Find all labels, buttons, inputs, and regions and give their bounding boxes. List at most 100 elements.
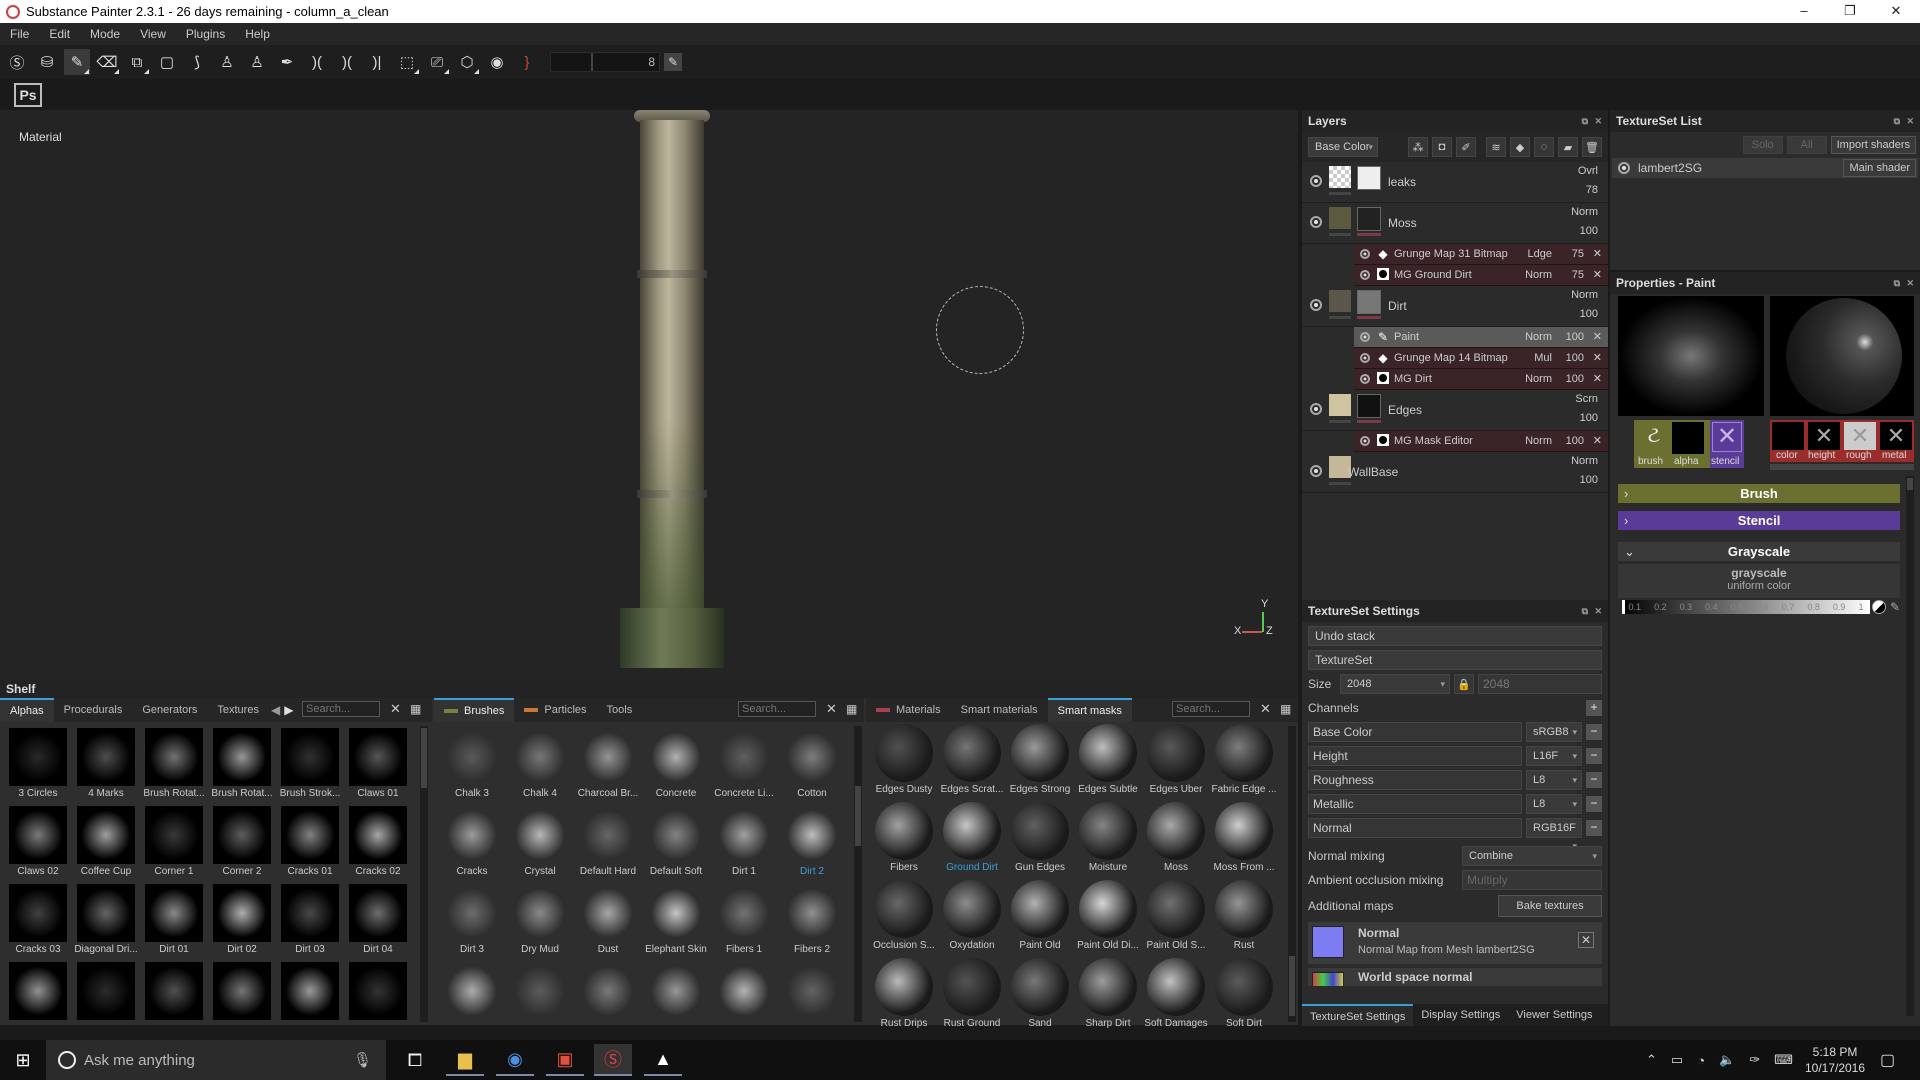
smudge-tool[interactable]: ⟆ [184,49,210,75]
float-panel-icon[interactable]: ⧉ [1582,110,1588,132]
effect-blend-mode[interactable]: Norm [1525,435,1552,447]
tab-scroll-left-icon[interactable]: ◀ [271,703,280,717]
solo-button[interactable]: Solo [1742,136,1783,154]
shelf-item[interactable]: Dirt 1 [710,804,778,882]
shelf-item[interactable] [778,960,846,1038]
grid-view-icon[interactable]: ▦ [410,702,421,716]
layer-opacity[interactable]: 100 [1580,474,1598,486]
symmetry-toggle[interactable]: )( [304,49,330,75]
minimize-button[interactable]: – [1782,0,1826,23]
remove-effect-icon[interactable]: ✕ [1593,351,1602,364]
visibility-toggle-icon[interactable] [1310,216,1322,228]
shelf-item[interactable]: Fibers 2 [778,882,846,960]
visibility-toggle-icon[interactable] [1360,249,1370,259]
effect-blend-mode[interactable]: Norm [1525,373,1552,385]
visibility-toggle-icon[interactable] [1360,270,1370,280]
shelf-item[interactable]: Moss [1142,800,1210,878]
volume-icon[interactable]: 🔈 [1719,1052,1735,1068]
layer-blend-mode[interactable]: Ovrl [1578,165,1598,177]
add-instance-icon[interactable]: ◌ [1534,137,1554,157]
clock[interactable]: 5:18 PM 10/17/2016 [1800,1044,1870,1076]
action-center-icon[interactable]: ▢ [1880,1040,1895,1080]
remove-channel-button[interactable]: − [1586,748,1602,764]
close-panel-icon[interactable]: ✕ [1594,600,1602,622]
add-mask-icon[interactable]: ◘ [1432,137,1452,157]
color-slot[interactable] [1772,422,1804,450]
shelf-item[interactable]: Cracks 01 [276,804,344,882]
grayscale-slider[interactable]: 0.1 0.2 0.3 0.4 0.5 0.6 0.7 0.8 0.9 1 [1622,600,1870,614]
shelf-item[interactable]: Dirt 04 [344,882,412,960]
visibility-toggle-icon[interactable] [1360,436,1370,446]
channel-format-dropdown[interactable]: L16F [1526,746,1582,766]
grayscale-section-header[interactable]: ⌄ Grayscale [1618,542,1900,561]
float-panel-icon[interactable]: ⧉ [1894,272,1900,294]
remove-effect-icon[interactable]: ✕ [1593,330,1602,343]
shelf-item[interactable]: Soft Dirt [1210,956,1278,1034]
metal-slot[interactable]: ✕ [1880,422,1912,450]
effect-opacity[interactable]: 75 [1572,248,1584,260]
tab-smart-masks[interactable]: Smart masks [1047,698,1132,722]
layer-blend-mode[interactable]: Norm [1571,289,1598,301]
tab-scroll-right-icon[interactable]: ▶ [284,703,293,717]
brushes-search-input[interactable] [738,701,816,717]
rough-slot[interactable]: ✕ [1844,422,1876,450]
show-hidden-icons[interactable]: ⌃ [1646,1052,1657,1068]
mask-effect-row[interactable]: ◆ Grunge Map 14 Bitmap Mul 100 ✕ [1354,348,1608,369]
shelf-item[interactable]: Paint Old Di... [1074,878,1142,956]
grid-view-icon[interactable]: ▦ [1280,702,1291,716]
layer-blend-mode[interactable]: Norm [1571,206,1598,218]
shelf-item[interactable] [438,960,506,1038]
mask-effect-row[interactable]: ✎ Paint Norm 100 ✕ [1354,327,1608,348]
stencil-slot[interactable]: ✕ stencil [1710,420,1744,468]
shelf-item[interactable]: Default Hard [574,804,642,882]
shelf-item[interactable]: Ground Dirt [938,800,1006,878]
grayscale-handle[interactable] [1622,600,1625,614]
shelf-item[interactable]: Sand [1006,956,1074,1034]
shelf-item[interactable]: Claws 01 [344,726,412,804]
textureset-item[interactable]: lambert2SG Main shader [1612,158,1918,178]
add-folder-icon[interactable]: ▰ [1558,137,1578,157]
shelf-item[interactable]: Corner 1 [140,804,208,882]
shelf-item[interactable]: Cracks 03 [4,882,72,960]
shelf-item[interactable]: Paint Old [1006,878,1074,956]
effect-blend-mode[interactable]: Norm [1525,331,1552,343]
shelf-item[interactable]: Edges Subtle [1074,722,1142,800]
channel-format-dropdown[interactable]: RGB16F [1526,818,1582,855]
shelf-item[interactable]: 3 Circles [4,726,72,804]
mask-effect-row[interactable]: ◆ Grunge Map 31 Bitmap Ldge 75 ✕ [1354,244,1608,265]
shelf-item[interactable]: 4 Marks [72,726,140,804]
shelf-item[interactable]: Fibers 1 [710,882,778,960]
add-channel-button[interactable]: + [1586,700,1602,716]
shelf-item[interactable]: Dirt 03 [276,882,344,960]
visibility-toggle-icon[interactable] [1360,374,1370,384]
layer-row[interactable]: WallBase Norm 100 [1302,452,1608,493]
effect-blend-mode[interactable]: Norm [1525,269,1552,281]
float-panel-icon[interactable]: ⧉ [1894,110,1900,132]
bake-textures-button[interactable]: Bake textures [1498,895,1602,917]
cortana-search[interactable]: Ask me anything 🎙 [46,1040,386,1080]
keyboard-icon[interactable]: ⌨ [1774,1052,1793,1068]
restore-button[interactable]: ❐ [1828,0,1872,23]
3d-viewport[interactable]: Material Y X Z [0,110,1298,682]
mask-effect-row[interactable]: MG Dirt Norm 100 ✕ [1354,369,1608,390]
shelf-item[interactable]: Dirt 01 [140,882,208,960]
start-button[interactable]: ⊞ [4,1044,42,1076]
materials-search-input[interactable] [1172,701,1250,717]
shelf-item[interactable]: Moisture [1074,800,1142,878]
tab-tools[interactable]: Tools [597,698,643,722]
effect-opacity[interactable]: 100 [1566,331,1584,343]
brush-section-header[interactable]: › Brush [1618,484,1900,503]
shelf-item[interactable]: Concrete [642,726,710,804]
symmetry-x-toggle[interactable]: )( [334,49,360,75]
menu-plugins[interactable]: Plugins [176,27,235,41]
remove-map-button[interactable]: ✕ [1578,932,1594,948]
shelf-item[interactable]: Paint Old S... [1142,878,1210,956]
visibility-toggle-icon[interactable] [1310,299,1322,311]
shelf-item[interactable] [276,960,344,1038]
world-space-normal-card[interactable]: World space normal [1308,968,1602,986]
shader-button[interactable]: Main shader [1843,159,1916,177]
layer-opacity[interactable]: 78 [1586,184,1598,196]
shelf-item[interactable]: Sharp Dirt [1074,956,1142,1034]
effect-opacity[interactable]: 100 [1566,435,1584,447]
layer-mask-thumbnail[interactable] [1357,394,1381,418]
